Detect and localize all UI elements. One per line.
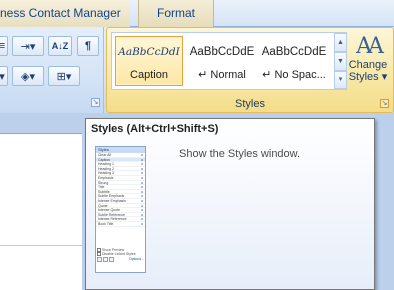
styles-group: AaBbCcDdI Caption AaBbCcDdE ↵ Normal AaB… <box>106 27 394 113</box>
paint-bucket-icon: ◈▾ <box>21 70 35 83</box>
document-page[interactable] <box>0 133 82 290</box>
tooltip-title: Styles (Alt+Ctrl+Shift+S) <box>91 123 219 135</box>
super-tooltip: Styles (Alt+Ctrl+Shift+S) Styles Clear A… <box>85 118 375 290</box>
paragraph-group: ≡ ⇥▾ A↓Z ¶ ▾ ◈▾ ⊞▾ ↘ <box>0 27 104 113</box>
preview-checkbox-label: Disable Linked Styles <box>102 252 136 257</box>
tooltip-description: Show the Styles window. <box>179 148 301 160</box>
preview-style-list: Clear AllCaptionHeading 1Heading 2Headin… <box>96 153 145 227</box>
styles-dialog-launcher[interactable]: ↘ <box>380 99 389 108</box>
spacing-icon: ▾ <box>0 70 5 83</box>
ribbon-tab-strip: ness Contact Manager Format <box>0 0 394 27</box>
styles-group-label: Styles <box>235 98 265 110</box>
dialog-launcher-icon: ↘ <box>92 99 99 106</box>
chevron-up-icon: ▲ <box>337 39 344 46</box>
preview-footer: Show Preview Disable Linked Styles Optio… <box>97 248 144 271</box>
style-name: Caption <box>130 69 168 81</box>
chevron-down-icon: ▼ <box>337 58 344 65</box>
shading-button[interactable]: ◈▾ <box>12 66 44 86</box>
style-sample: AaBbCcDdE <box>261 46 327 58</box>
page-margin-line <box>0 245 82 246</box>
style-inspector-icon <box>103 257 108 263</box>
change-styles-button[interactable]: AA Change Styles ▾ <box>345 32 391 94</box>
list-icon: ≡ <box>0 40 6 52</box>
show-hide-button[interactable]: ¶ <box>77 36 99 56</box>
quick-styles-gallery: AaBbCcDdI Caption AaBbCcDdE ↵ Normal AaB… <box>111 32 347 90</box>
style-normal[interactable]: AaBbCcDdE ↵ Normal <box>188 36 256 86</box>
sort-button[interactable]: A↓Z <box>48 36 72 56</box>
tab-format[interactable]: Format <box>138 0 214 27</box>
style-caption[interactable]: AaBbCcDdI Caption <box>115 36 183 86</box>
style-name: ↵ No Spac... <box>262 69 326 81</box>
border-icon: ⊞▾ <box>56 70 72 83</box>
multilevel-list-button[interactable]: ≡ <box>0 36 8 56</box>
tab-contextual-tools[interactable]: ness Contact Manager <box>0 0 130 27</box>
change-styles-icon: AA <box>356 34 384 59</box>
manage-styles-icon <box>109 257 114 263</box>
line-spacing-button[interactable]: ▾ <box>0 66 8 86</box>
preview-options-link: Options... <box>129 257 144 262</box>
ribbon: ≡ ⇥▾ A↓Z ¶ ▾ ◈▾ ⊞▾ ↘ AaBbCcDdI Caption A… <box>0 27 394 113</box>
paragraph-mark-icon: ¶ <box>84 40 92 52</box>
dialog-launcher-icon: ↘ <box>381 100 388 107</box>
borders-button[interactable]: ⊞▾ <box>48 66 80 86</box>
new-style-icon <box>97 257 102 263</box>
paragraph-dialog-launcher[interactable]: ↘ <box>91 98 100 107</box>
sort-az-icon: A↓Z <box>51 41 69 51</box>
styles-pane-preview: Styles Clear AllCaptionHeading 1Heading … <box>95 146 146 273</box>
style-no-spacing[interactable]: AaBbCcDdE ↵ No Spac... <box>260 36 328 86</box>
style-sample: AaBbCcDdI <box>118 46 180 58</box>
increase-indent-button[interactable]: ⇥▾ <box>12 36 44 56</box>
indent-icon: ⇥▾ <box>20 40 36 53</box>
change-styles-label: Change Styles ▾ <box>348 59 388 83</box>
style-name: ↵ Normal <box>198 69 246 81</box>
preview-style-row: Book Title <box>96 222 145 227</box>
style-sample: AaBbCcDdE <box>189 46 255 58</box>
checkbox-icon <box>97 252 101 257</box>
more-icon: ▾ <box>338 76 343 83</box>
